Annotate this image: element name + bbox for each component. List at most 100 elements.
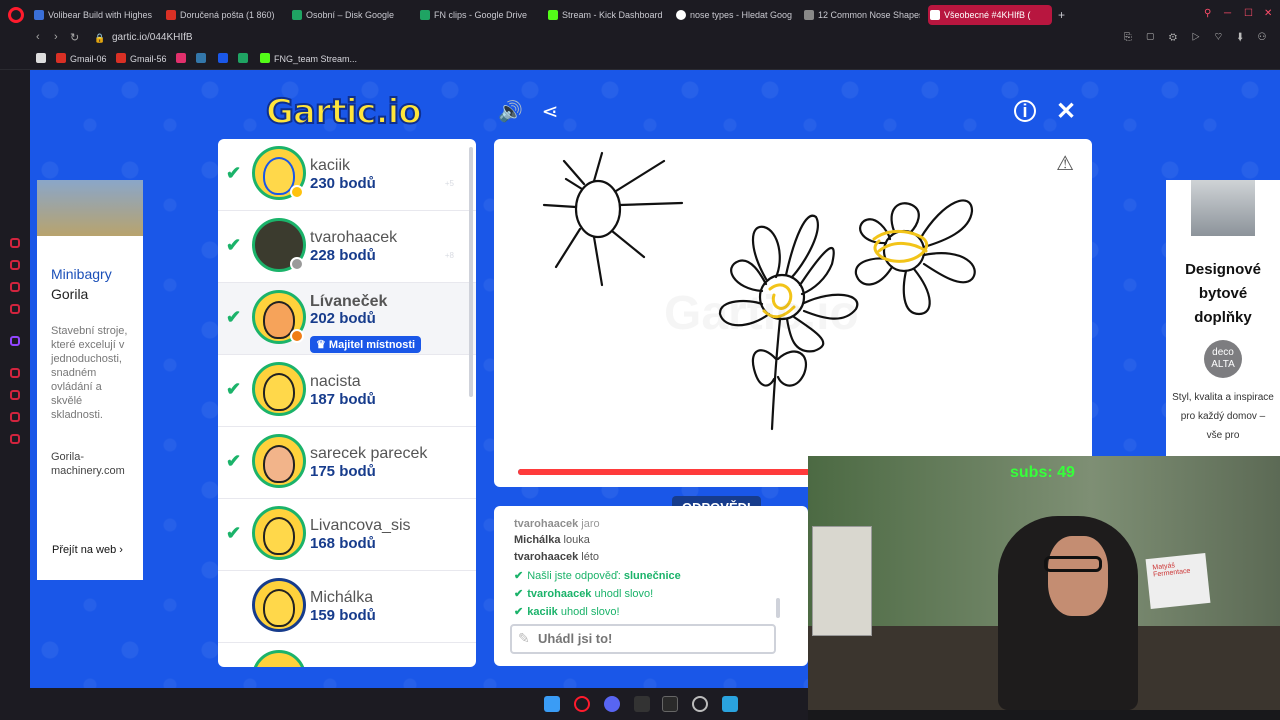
- status-dot: [290, 185, 304, 199]
- player-score: 159 bodů: [310, 607, 376, 624]
- discord-icon[interactable]: [604, 696, 620, 712]
- pencil-icon: ✎: [518, 630, 530, 646]
- back-icon[interactable]: ‹: [36, 31, 40, 43]
- score-delta: +8: [444, 251, 454, 260]
- bookmark-sheets-icon[interactable]: [238, 53, 252, 64]
- score-delta: +5: [444, 179, 454, 188]
- player-row[interactable]: ✔ nacista 187 bodů: [218, 355, 476, 427]
- tab-favicon-icon: [34, 10, 44, 20]
- sidebar-clock-icon[interactable]: [10, 390, 20, 400]
- player-name: tvarohaacek: [310, 229, 398, 246]
- player-row[interactable]: ✔ sarecek parecek 175 bodů: [218, 427, 476, 499]
- browser-toolbar-icons[interactable]: ⎘ ▢ ⚙ ▷ ♡ ⬇ ⚇: [1124, 32, 1272, 43]
- sidebar-discord-icon[interactable]: [10, 412, 20, 422]
- player-row[interactable]: ✔ kaciik 230 bodů +5: [218, 139, 476, 211]
- maximize-button[interactable]: ☐: [1244, 8, 1253, 19]
- bookmark-instagram-icon[interactable]: [176, 53, 190, 64]
- windows-taskbar: [0, 688, 808, 720]
- player-score: 202 bodů: [310, 310, 376, 327]
- gartic-logo[interactable]: Gartic.io: [265, 91, 423, 133]
- player-name: nacista: [310, 373, 361, 390]
- tab-gmail[interactable]: Doručená pošta (1 860) -: [164, 5, 276, 25]
- sidebar-bag-icon[interactable]: [10, 260, 20, 270]
- tab-google-search[interactable]: nose types - Hledat Goog: [674, 5, 792, 25]
- kick-icon: [548, 10, 558, 20]
- sidebar-chat-icon[interactable]: [10, 282, 20, 292]
- tab-kick-dashboard[interactable]: Stream - Kick Dashboard: [546, 5, 664, 25]
- start-icon[interactable]: [544, 696, 560, 712]
- sound-icon[interactable]: 🔊: [498, 100, 523, 124]
- report-warning-icon[interactable]: ⚠: [1056, 151, 1074, 176]
- tab-google-disk[interactable]: Osobní – Disk Google: [290, 5, 408, 25]
- sidebar-player-icon[interactable]: [10, 368, 20, 378]
- drawing-svg: Gartic.io: [542, 151, 976, 431]
- canvas-watermark: Gartic.io: [664, 287, 859, 340]
- avatar: [252, 506, 306, 560]
- reload-icon[interactable]: ↻: [70, 31, 79, 44]
- opera-gx-icon[interactable]: [574, 696, 590, 712]
- guessed-check-icon: ✔: [226, 379, 242, 399]
- ad-body: Stavební stroje, které excelují v jednod…: [51, 325, 128, 421]
- sidebar-messenger-icon[interactable]: [10, 304, 20, 314]
- logitech-icon[interactable]: [634, 696, 650, 712]
- minimize-button[interactable]: ─: [1224, 8, 1231, 19]
- avatar: [252, 650, 306, 667]
- player-name: kaciik: [310, 157, 351, 174]
- opera-gx-logo-icon[interactable]: [8, 7, 24, 23]
- new-tab-button[interactable]: +: [1054, 5, 1072, 25]
- ad-banner-left[interactable]: Minibagry Gorila Stavební stroje, které …: [37, 180, 143, 580]
- google-drive-icon: [420, 10, 430, 20]
- info-icon[interactable]: i: [1014, 100, 1036, 122]
- player-row[interactable]: ✔ Lívaneček 202 bodů ♛ Majitel místnosti: [218, 283, 476, 355]
- avatar: [252, 362, 306, 416]
- guessed-check-icon: ✔: [226, 451, 242, 471]
- ad-banner-right[interactable]: Designové bytové doplňky deco ALTA Styl,…: [1166, 180, 1280, 460]
- close-window-button[interactable]: ✕: [1264, 8, 1272, 19]
- players-scrollbar[interactable]: [469, 147, 473, 397]
- share-icon[interactable]: ⋖: [538, 100, 562, 124]
- sidebar-history-icon[interactable]: [10, 238, 20, 248]
- google-icon: [676, 10, 686, 20]
- system-message: ✔ kaciik uhodl slovo!: [514, 606, 620, 618]
- tab-nose-shapes[interactable]: 12 Common Nose Shapes: [802, 5, 920, 25]
- tab-gartic-active[interactable]: Všeobecné #4KHIfB (: [928, 5, 1052, 25]
- close-icon[interactable]: ✕: [1054, 100, 1078, 124]
- avatar: [252, 434, 306, 488]
- ad-cta-button[interactable]: Přejít na web ›: [52, 544, 123, 556]
- kick-icon: [260, 53, 270, 63]
- search-tabs-icon[interactable]: ⚲: [1204, 8, 1211, 19]
- answer-input-box[interactable]: ✎: [510, 624, 776, 654]
- sidebar-twitch-icon[interactable]: [10, 336, 20, 346]
- bookmark-gmail-56[interactable]: Gmail-56: [116, 53, 167, 64]
- url-field[interactable]: gartic.io/044KHIfB: [112, 32, 193, 43]
- tab-volibear[interactable]: Volibear Build with Highest: [32, 5, 152, 25]
- answer-input[interactable]: [538, 626, 768, 650]
- drawing-canvas[interactable]: Gartic.io ⚠: [494, 139, 1092, 487]
- lock-icon: 🔒: [94, 33, 106, 43]
- player-row[interactable]: ✔ Livancova_sis 168 bodů: [218, 499, 476, 571]
- bookmark-gmail-06[interactable]: Gmail-06: [56, 53, 107, 64]
- ad-site: Gorila-machinery.com: [51, 451, 125, 477]
- bookmark-blue-icon[interactable]: [218, 53, 232, 64]
- google-drive-icon: [292, 10, 302, 20]
- bookmarks-bar: Gmail-06 Gmail-56 FNG_team Stream...: [0, 48, 1280, 70]
- webcam-overlay: Matyáš Fermentace subs: 49: [808, 456, 1280, 710]
- player-row[interactable]: ✔ tvarohaacek 228 bodů +8: [218, 211, 476, 283]
- browser-tab-bar: Volibear Build with Highest Doručená poš…: [0, 0, 1280, 30]
- sidebar-settings-icon[interactable]: [10, 434, 20, 444]
- status-dot: [290, 257, 304, 271]
- player-name: sarecek parecek: [310, 445, 428, 462]
- epic-games-icon[interactable]: [662, 696, 678, 712]
- bookmark-app-icon[interactable]: [36, 53, 50, 64]
- gmail-icon: [116, 53, 126, 63]
- bookmark-arc-icon[interactable]: [196, 53, 210, 64]
- answers-scrollbar[interactable]: [776, 598, 780, 618]
- app-icon[interactable]: [722, 696, 738, 712]
- player-row[interactable]: [218, 643, 476, 667]
- player-row[interactable]: Michálka 159 bodů: [218, 571, 476, 643]
- forward-icon[interactable]: ›: [54, 31, 58, 43]
- bookmark-fng-stream[interactable]: FNG_team Stream...: [260, 53, 357, 64]
- obs-icon[interactable]: [692, 696, 708, 712]
- player-name: Livancova_sis: [310, 517, 411, 534]
- tab-fn-clips[interactable]: FN clips - Google Drive: [418, 5, 536, 25]
